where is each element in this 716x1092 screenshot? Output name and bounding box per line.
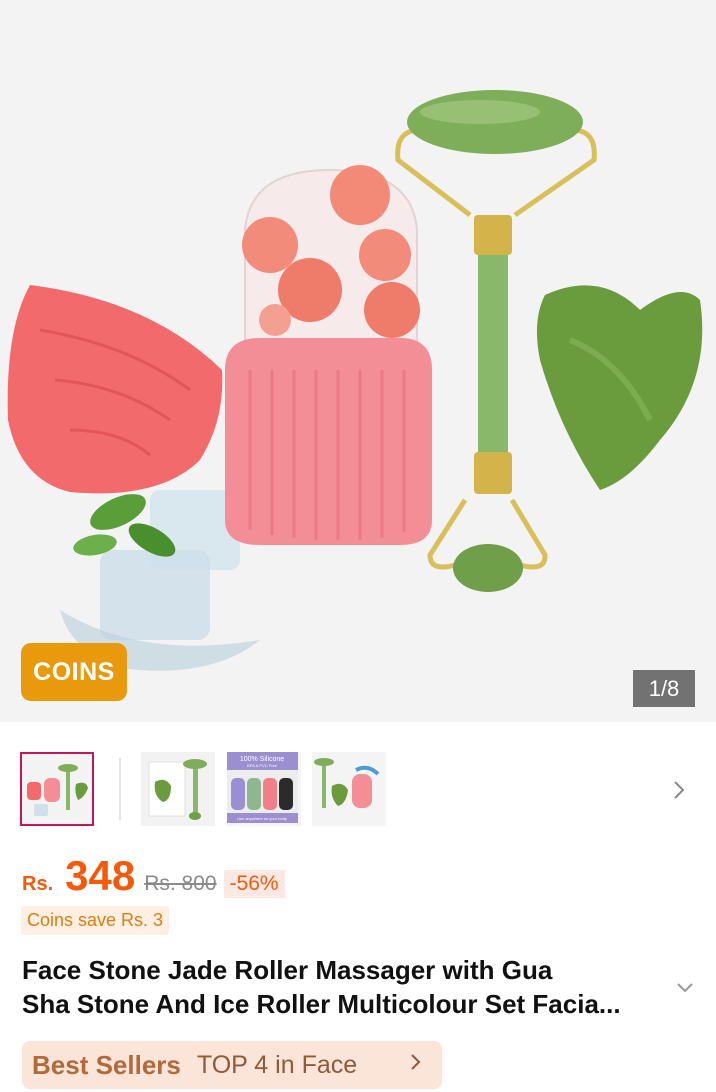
coins-badge: COINS [21,643,127,701]
thumbnail-caption: Use anywhere on your body [237,816,287,821]
best-sellers-banner[interactable]: Best Sellers TOP 4 in Face [22,1041,442,1089]
chevron-right-icon [410,1051,422,1079]
discount-badge: -56% [223,870,285,898]
image-counter: 1/8 [633,670,695,707]
thumbnail-1[interactable] [20,752,94,826]
currency-label: Rs. [22,873,54,895]
coins-save-tag: Coins save Rs. 3 [21,906,170,935]
chevron-right-icon[interactable] [672,780,692,800]
thumbnail-4[interactable] [312,752,386,826]
chevron-down-icon[interactable] [676,978,694,999]
thumbnail-3[interactable]: 100% Silicone BPA & PVC Free Use anywher… [227,752,301,826]
product-title-line-1: Face Stone Jade Roller Massager with Gua [22,955,553,985]
best-sellers-rank: TOP 4 in Face [196,1050,358,1079]
price-row: Rs. 348 Rs. 800 -56% [22,852,285,902]
best-sellers-label: Best Sellers [32,1049,181,1080]
thumbnail-caption: 100% Silicone [240,756,284,763]
sale-price: 348 [65,852,136,899]
thumbnail-divider [119,758,121,820]
thumbnail-caption: BPA & PVC Free [247,763,278,768]
original-price: Rs. 800 [144,872,217,895]
product-image-carousel[interactable]: COINS 1/8 [0,0,716,722]
product-title-line-2: Sha Stone And Ice Roller Multicolour Set… [22,989,621,1019]
product-photo [7,90,703,671]
thumbnail-2[interactable] [141,752,215,826]
product-title[interactable]: Face Stone Jade Roller Massager with Gua… [22,953,672,1021]
thumbnail-strip: 100% Silicone BPA & PVC Free Use anywher… [0,722,716,852]
